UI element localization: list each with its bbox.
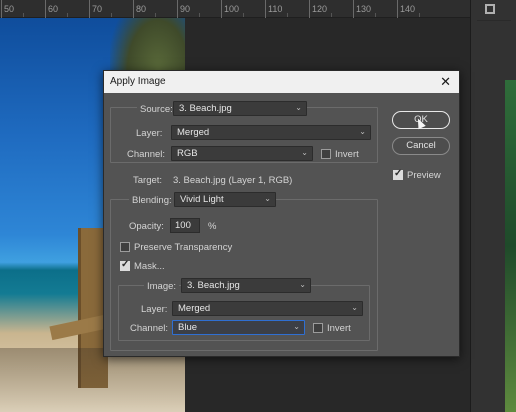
- chevron-down-icon: ⌄: [301, 148, 308, 157]
- chevron-down-icon: ⌄: [359, 127, 366, 136]
- chevron-down-icon: ⌄: [293, 322, 300, 331]
- mask-label: Mask...: [134, 261, 165, 272]
- source-label: Source:: [137, 104, 176, 115]
- invert-checkbox[interactable]: [321, 149, 331, 159]
- mask-image-label: Image:: [144, 281, 180, 292]
- mask-invert-checkbox[interactable]: [313, 323, 323, 333]
- target-label: Target:: [133, 175, 163, 186]
- blending-select[interactable]: Vivid Light ⌄: [174, 192, 276, 207]
- mask-invert-label: Invert: [327, 323, 351, 334]
- ruler-number: 100: [224, 4, 240, 14]
- invert-label: Invert: [335, 149, 359, 160]
- sand-shadow: [0, 348, 185, 412]
- preview-label: Preview: [407, 170, 441, 181]
- opacity-label: Opacity:: [129, 221, 164, 232]
- chevron-down-icon: ⌄: [299, 280, 306, 289]
- mask-image-select[interactable]: 3. Beach.jpg ⌄: [181, 278, 311, 293]
- ruler-number: 80: [136, 4, 147, 14]
- channel-select[interactable]: RGB ⌄: [171, 146, 313, 161]
- dialog-title: Apply Image: [110, 76, 166, 87]
- layer-select[interactable]: Merged ⌄: [171, 125, 371, 140]
- horizontal-ruler: 50 60 70 80 90 100 110 120 130 140: [0, 0, 470, 18]
- opacity-unit: %: [208, 221, 217, 232]
- chevron-down-icon: ⌄: [295, 103, 302, 112]
- mask-channel-select[interactable]: Blue ⌄: [172, 320, 305, 335]
- preserve-transparency-checkbox[interactable]: [120, 242, 130, 252]
- chevron-down-icon: ⌄: [351, 303, 358, 312]
- chevron-down-icon: ⌄: [264, 194, 271, 203]
- layer-label: Layer:: [136, 128, 163, 139]
- tool-icon[interactable]: [485, 4, 495, 14]
- cancel-button[interactable]: Cancel: [392, 137, 450, 155]
- mask-checkbox[interactable]: [120, 259, 130, 271]
- opacity-input[interactable]: 100: [170, 218, 200, 233]
- dialog-titlebar: Apply Image ✕: [104, 71, 459, 93]
- mask-layer-label: Layer:: [141, 304, 168, 315]
- ruler-number: 60: [48, 4, 59, 14]
- secondary-image-strip: [505, 80, 516, 412]
- ruler-number: 110: [268, 4, 283, 14]
- close-icon[interactable]: ✕: [440, 74, 451, 90]
- ruler-number: 90: [180, 4, 191, 14]
- ruler-number: 50: [4, 4, 15, 14]
- channel-label: Channel:: [127, 149, 166, 160]
- ruler-number: 130: [356, 4, 372, 14]
- ruler-number: 140: [400, 4, 416, 14]
- mask-channel-label: Channel:: [130, 323, 169, 334]
- mask-layer-select[interactable]: Merged ⌄: [172, 301, 363, 316]
- ruler-number: 70: [92, 4, 103, 14]
- ruler-number: 120: [312, 4, 328, 14]
- blending-label: Blending:: [129, 195, 175, 206]
- source-select[interactable]: 3. Beach.jpg ⌄: [173, 101, 307, 116]
- preserve-transparency-label: Preserve Transparency: [134, 242, 233, 253]
- apply-image-dialog: Apply Image ✕ Source: 3. Beach.jpg ⌄ Laye…: [103, 70, 460, 357]
- preview-checkbox[interactable]: [393, 168, 403, 180]
- target-value: 3. Beach.jpg (Layer 1, RGB): [173, 175, 293, 186]
